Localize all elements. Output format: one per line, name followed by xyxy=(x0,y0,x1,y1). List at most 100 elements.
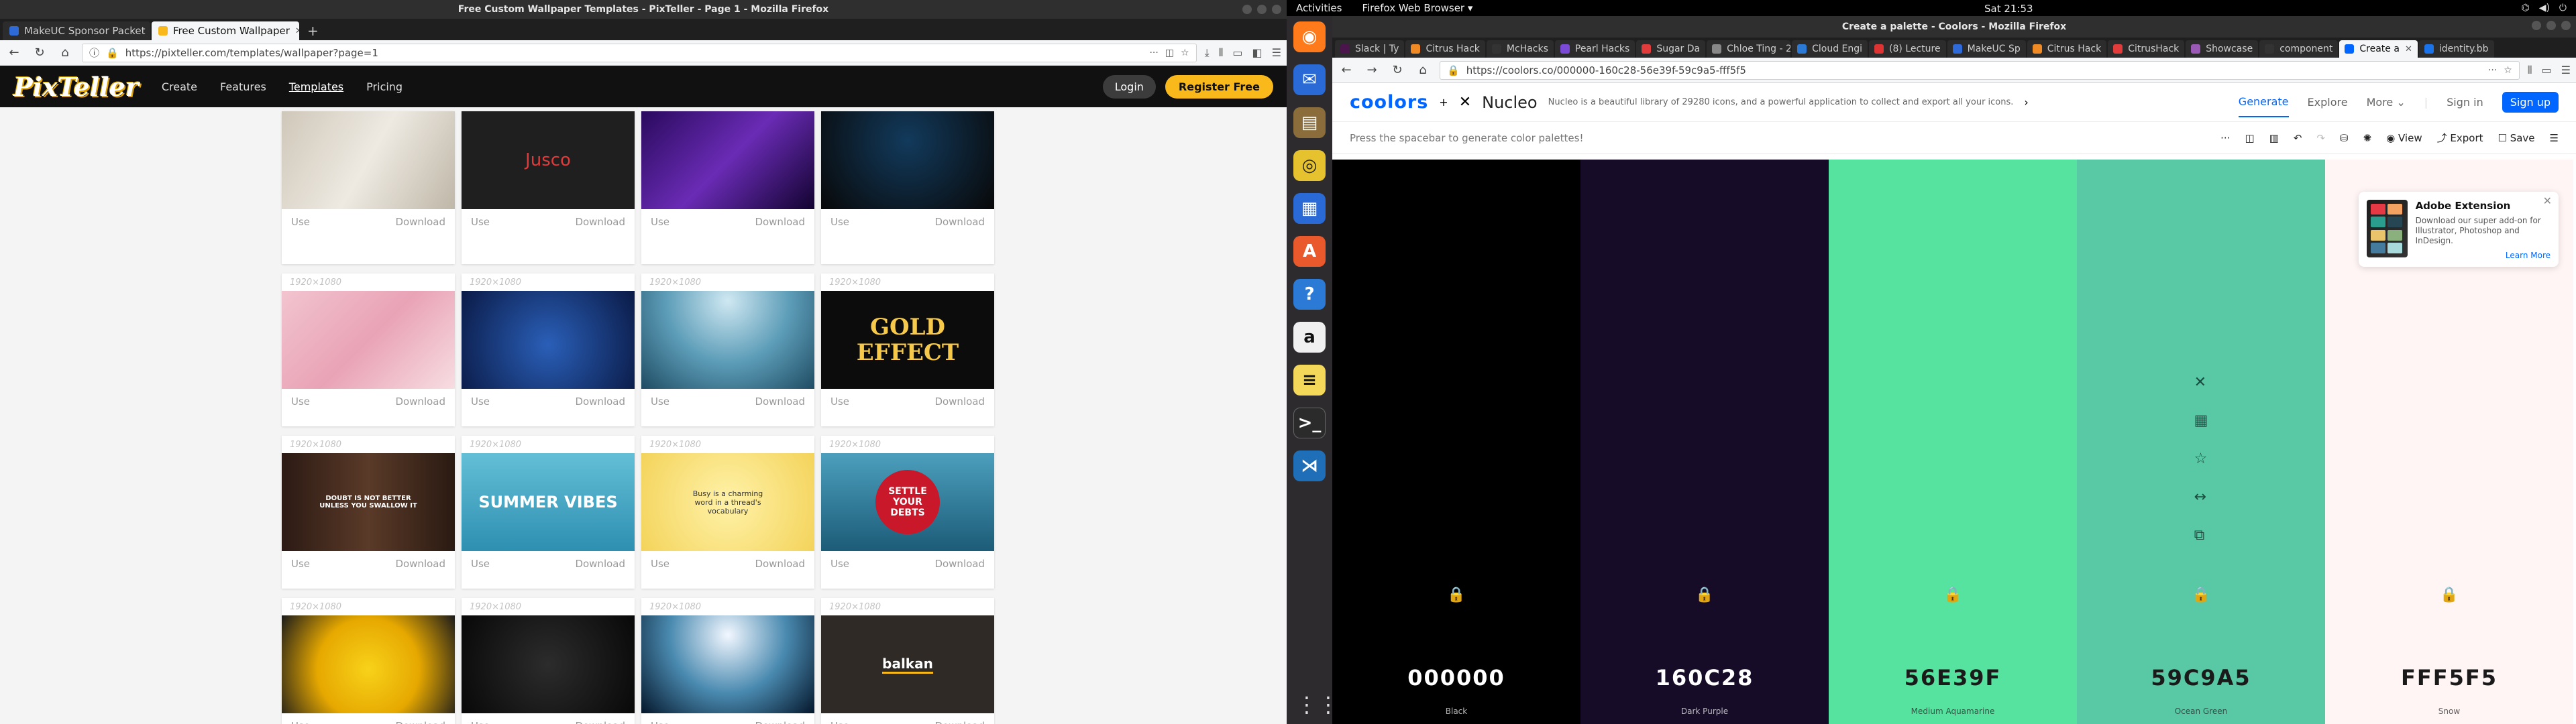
login-button[interactable]: Login xyxy=(1102,74,1156,99)
nucleo-logo-icon[interactable]: ✕ xyxy=(1459,94,1471,111)
notes-icon[interactable]: ≡ xyxy=(1293,365,1326,396)
export-button[interactable]: ⤴ Export xyxy=(2437,131,2483,145)
reload-icon[interactable]: ↻ xyxy=(31,46,48,60)
hex-code[interactable]: 56E39F xyxy=(1904,665,2002,690)
register-button[interactable]: Register Free xyxy=(1165,74,1273,99)
lock-icon[interactable]: 🔒 xyxy=(2192,587,2210,603)
writer-icon[interactable]: ▦ xyxy=(1293,193,1326,224)
hex-code[interactable]: 59C9A5 xyxy=(2151,665,2251,690)
pixteller-logo[interactable]: PixTeller xyxy=(13,72,139,102)
use-button[interactable]: Use xyxy=(651,558,669,570)
download-button[interactable]: Download xyxy=(395,216,445,228)
color-swatch[interactable]: 🔒 000000 Black xyxy=(1332,160,1580,724)
help-icon[interactable]: ? xyxy=(1293,279,1326,310)
home-icon[interactable]: ⌂ xyxy=(56,46,74,60)
view-button[interactable]: ◉ View xyxy=(2386,132,2422,144)
template-card[interactable]: Jusco Use Download xyxy=(462,111,635,264)
download-button[interactable]: Download xyxy=(395,558,445,570)
template-thumbnail[interactable]: SUMMER VIBES xyxy=(462,453,635,551)
template-thumbnail[interactable]: DOUBT IS NOT BETTER UNLESS YOU SWALLOW I… xyxy=(282,453,455,551)
template-thumbnail[interactable]: Jusco xyxy=(462,111,635,209)
use-button[interactable]: Use xyxy=(291,558,310,570)
chevron-right-icon[interactable]: › xyxy=(2024,96,2028,109)
drag-icon[interactable]: ↔ xyxy=(2194,489,2208,505)
thunderbird-icon[interactable]: ✉ xyxy=(1293,64,1326,95)
lock-icon[interactable]: 🔒 xyxy=(2440,587,2458,603)
tab-makeuc[interactable]: MakeUC Sponsor Packet✕ xyxy=(3,21,150,40)
bookmark-star-icon[interactable]: ☆ xyxy=(2504,65,2512,76)
software-icon[interactable]: A xyxy=(1293,236,1326,267)
template-card[interactable]: 1920×1080 Use Download xyxy=(282,598,455,724)
maximize-button[interactable] xyxy=(2546,21,2556,30)
nucleo-logo[interactable]: Nucleo xyxy=(1482,93,1537,112)
use-button[interactable]: Use xyxy=(830,396,849,408)
template-thumbnail[interactable]: GOLD EFFECT xyxy=(821,291,994,389)
more-icon[interactable]: ··· xyxy=(1149,48,1158,58)
template-thumbnail[interactable]: balkan xyxy=(821,615,994,713)
rhythmbox-icon[interactable]: ◎ xyxy=(1293,150,1326,181)
back-icon[interactable]: ← xyxy=(1338,63,1355,77)
library-icon[interactable]: ⫴ xyxy=(2528,64,2532,77)
home-icon[interactable]: ⌂ xyxy=(1414,63,1432,77)
camera-icon[interactable]: ◫ xyxy=(2245,132,2254,144)
use-button[interactable]: Use xyxy=(830,558,849,570)
signup-button[interactable]: Sign up xyxy=(2502,92,2559,113)
close-icon[interactable]: ✕ xyxy=(2405,44,2412,54)
clock[interactable]: Sat 21:53 xyxy=(1984,3,2033,15)
browser-tab[interactable]: Chloe Ting - 2 xyxy=(1707,40,1791,58)
download-button[interactable]: Download xyxy=(934,396,985,408)
browser-tab[interactable]: component xyxy=(2259,40,2339,58)
use-button[interactable]: Use xyxy=(471,558,490,570)
undo-icon[interactable]: ↶ xyxy=(2294,132,2302,144)
template-thumbnail[interactable] xyxy=(462,291,635,389)
color-swatch[interactable]: ✕ ▦ ☆ ↔ ⧉ 🔒 59C9A5 Ocean Green xyxy=(2077,160,2325,724)
lock-icon[interactable]: 🔒 xyxy=(1695,587,1713,603)
download-button[interactable]: Download xyxy=(755,396,805,408)
template-thumbnail[interactable] xyxy=(821,111,994,209)
bookmark-star-icon[interactable]: ☆ xyxy=(1181,48,1189,58)
close-button[interactable] xyxy=(1272,5,1281,14)
use-button[interactable]: Use xyxy=(291,216,310,228)
use-button[interactable]: Use xyxy=(830,720,849,724)
template-card[interactable]: Use Download xyxy=(821,111,994,264)
template-card[interactable]: 1920×1080 Use Download xyxy=(282,274,455,426)
browser-tab[interactable]: CitrusHack xyxy=(2108,40,2185,58)
nav-explore[interactable]: Explore xyxy=(2308,96,2348,109)
template-thumbnail[interactable] xyxy=(641,291,814,389)
library-icon[interactable]: ⫴ xyxy=(1219,46,1224,60)
template-card[interactable]: 1920×1080 Busy is a charming word in a th… xyxy=(641,436,814,589)
power-icon[interactable]: ⏻ xyxy=(2559,3,2567,13)
network-icon[interactable]: ⌬ xyxy=(2521,3,2529,13)
template-thumbnail[interactable] xyxy=(282,291,455,389)
use-button[interactable]: Use xyxy=(471,720,490,724)
template-card[interactable]: 1920×1080 SETTLE YOUR DEBTS Use Download xyxy=(821,436,994,589)
layout-icon[interactable]: ▥ xyxy=(2269,132,2279,144)
info-icon[interactable]: ⓘ xyxy=(89,46,99,60)
hex-code[interactable]: 160C28 xyxy=(1656,665,1754,690)
nav-pricing[interactable]: Pricing xyxy=(366,80,402,93)
firefox-icon[interactable]: ◉ xyxy=(1293,21,1326,52)
download-button[interactable]: Download xyxy=(755,558,805,570)
hex-code[interactable]: FFF5F5 xyxy=(2401,665,2498,690)
template-thumbnail[interactable] xyxy=(282,111,455,209)
browser-tab[interactable]: Sugar Da xyxy=(1636,40,1706,58)
nav-generate[interactable]: Generate xyxy=(2238,95,2289,117)
forward-icon[interactable]: → xyxy=(1363,63,1381,77)
use-button[interactable]: Use xyxy=(830,216,849,228)
use-button[interactable]: Use xyxy=(651,720,669,724)
browser-tab[interactable]: (8) Lecture xyxy=(1869,40,1946,58)
coolors-logo[interactable]: coolors xyxy=(1350,92,1428,113)
url-bar[interactable]: ⓘ 🔒 https://pixteller.com/templates/wall… xyxy=(82,43,1197,62)
remove-icon[interactable]: ✕ xyxy=(2194,374,2208,391)
redo-icon[interactable]: ↷ xyxy=(2316,132,2325,144)
close-icon[interactable]: ✕ xyxy=(2543,194,2552,207)
files-icon[interactable]: ▤ xyxy=(1293,107,1326,138)
download-button[interactable]: Download xyxy=(395,720,445,724)
shades-icon[interactable]: ▦ xyxy=(2194,412,2208,429)
template-thumbnail[interactable] xyxy=(282,615,455,713)
extension-icon[interactable]: ◧ xyxy=(1252,46,1263,60)
browser-tab[interactable]: Cloud Engi xyxy=(1792,40,1868,58)
download-button[interactable]: Download xyxy=(575,558,625,570)
close-button[interactable] xyxy=(2561,21,2571,30)
activities-button[interactable]: Activities xyxy=(1296,2,1342,14)
